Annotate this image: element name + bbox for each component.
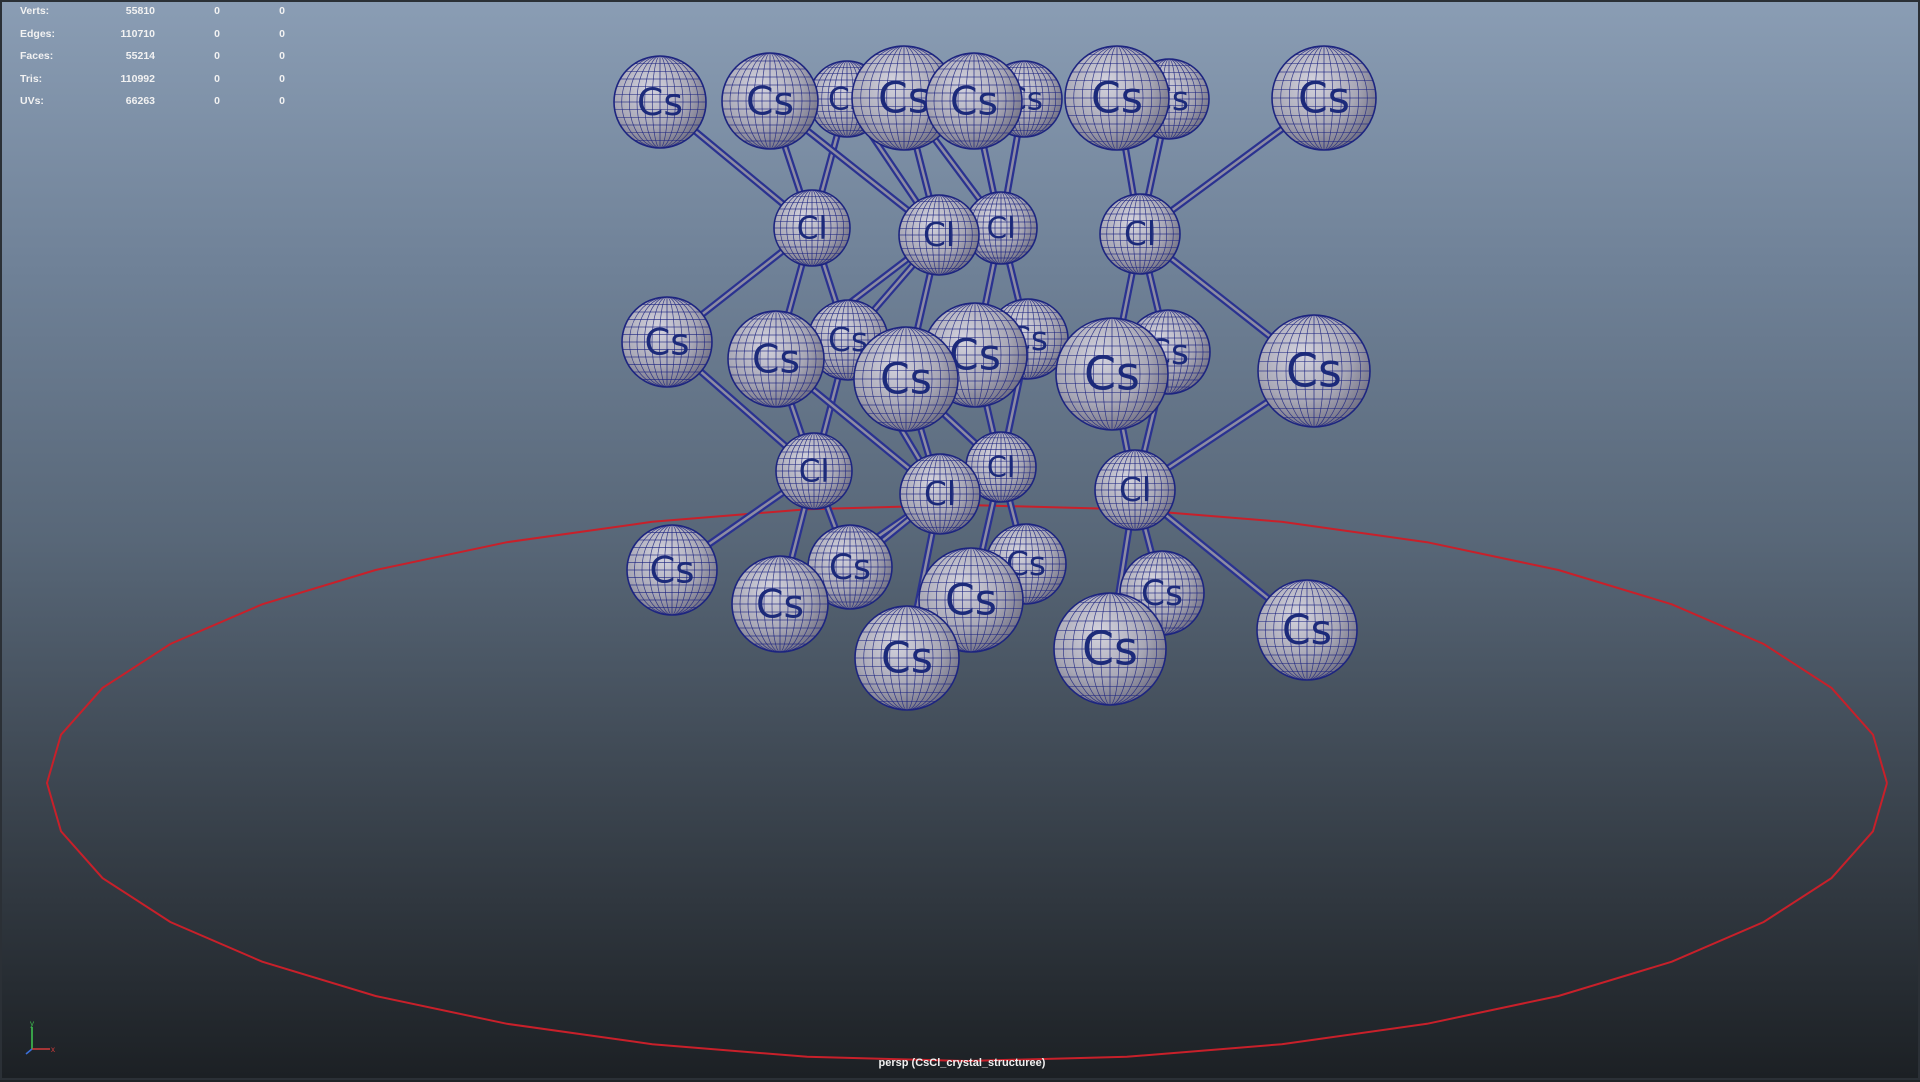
axis-gizmo-icon: y x: [25, 1019, 55, 1055]
cl-atom-sphere[interactable]: Cl: [899, 453, 981, 535]
cs-atom-label: Cs: [1298, 74, 1350, 124]
cs-atom-sphere[interactable]: Cs: [1053, 592, 1167, 706]
cs-atom-label: Cs: [950, 78, 998, 124]
cl-atom-label: Cl: [923, 216, 955, 254]
cs-atom-label: Cs: [1282, 606, 1332, 654]
cs-atom-sphere[interactable]: Cs: [925, 52, 1023, 150]
axis-y-label: y: [30, 1019, 34, 1028]
cs-atom-label: Cs: [878, 74, 930, 124]
camera-name-label: persp (CsCl_crystal_structuree): [878, 1057, 1046, 1069]
cs-atom-sphere[interactable]: Cs: [721, 52, 819, 150]
cs-atom-label: Cs: [650, 549, 695, 592]
cs-atom-sphere[interactable]: Cs: [853, 326, 959, 432]
cl-atom-label: Cl: [799, 454, 829, 490]
cl-atom-label: Cl: [797, 211, 827, 247]
cs-atom-label: Cs: [752, 336, 800, 382]
cs-atom-sphere[interactable]: Cs: [1257, 314, 1371, 428]
cs-atom-label: Cs: [881, 634, 933, 684]
cs-atom-label: Cs: [945, 576, 997, 626]
cs-atom-sphere[interactable]: Cs: [731, 555, 829, 653]
cl-atom-label: Cl: [987, 211, 1016, 245]
axis-x-label: x: [51, 1045, 55, 1054]
cl-atom-sphere[interactable]: Cl: [1099, 193, 1181, 275]
cs-atom-label: Cs: [1091, 74, 1143, 124]
cs-atom-sphere[interactable]: Cs: [1064, 45, 1170, 151]
cs-atom-sphere[interactable]: Cs: [621, 296, 713, 388]
cl-atom-label: Cl: [924, 475, 956, 513]
cs-atom-label: Cs: [1084, 347, 1140, 401]
cs-atom-label: Cs: [880, 355, 932, 405]
cl-atom-sphere[interactable]: Cl: [898, 194, 980, 276]
cs-atom-label: Cs: [829, 548, 871, 588]
cs-atom-label: Cs: [1286, 344, 1342, 398]
cl-atom-sphere[interactable]: Cl: [1094, 449, 1176, 531]
cl-atom-sphere[interactable]: Cl: [773, 189, 851, 267]
cl-atom-sphere[interactable]: Cl: [775, 432, 853, 510]
cs-atom-sphere[interactable]: Cs: [613, 55, 707, 149]
cs-atom-sphere[interactable]: Cs: [1256, 579, 1358, 681]
cs-atom-label: Cs: [746, 78, 794, 124]
cl-atom-label: Cl: [987, 450, 1015, 484]
cl-atom-label: Cl: [1124, 215, 1156, 253]
cs-atom-sphere[interactable]: Cs: [1271, 45, 1377, 151]
crystal-scene[interactable]: CsCsCsCsCsCsCsCsCsClClClClCsCsCsCsCsCsCs…: [2, 2, 1920, 1082]
cs-atom-label: Cs: [637, 80, 683, 124]
perspective-viewport[interactable]: Verts: 55810 0 0 Edges: 110710 0 0 Faces…: [0, 0, 1920, 1080]
cs-atom-label: Cs: [1082, 622, 1138, 676]
cs-atom-sphere[interactable]: Cs: [626, 524, 718, 616]
cs-atom-label: Cs: [645, 321, 690, 364]
cl-atom-label: Cl: [1119, 471, 1151, 509]
cs-atom-label: Cs: [756, 581, 804, 627]
cs-atom-sphere[interactable]: Cs: [1055, 317, 1169, 431]
cs-atom-sphere[interactable]: Cs: [854, 605, 960, 711]
cs-atom-sphere[interactable]: Cs: [727, 310, 825, 408]
